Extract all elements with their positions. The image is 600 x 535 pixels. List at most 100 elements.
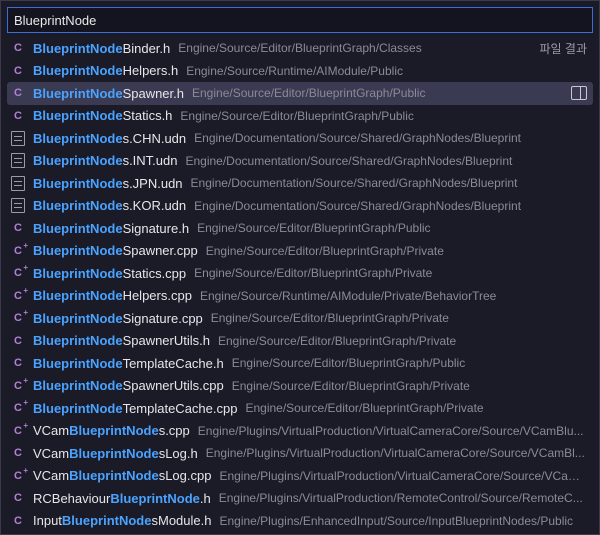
match-highlight: BlueprintNode (69, 468, 159, 483)
result-row[interactable]: BlueprintNodes.CHN.udnEngine/Documentati… (7, 127, 593, 150)
file-name-suffix: s.CHN.udn (123, 131, 187, 146)
open-split-icon[interactable] (571, 86, 587, 100)
file-name-suffix: Spawner.h (123, 86, 184, 101)
result-row[interactable]: CVCamBlueprintNodesLog.cppEngine/Plugins… (7, 465, 593, 488)
file-name: BlueprintNodeHelpers.h (33, 63, 178, 78)
file-path: Engine/Source/Editor/BlueprintGraph/Priv… (232, 379, 587, 393)
file-path: Engine/Source/Editor/BlueprintGraph/Priv… (245, 401, 587, 415)
file-path: Engine/Source/Editor/BlueprintGraph/Clas… (178, 41, 587, 55)
file-name-suffix: s.KOR.udn (123, 198, 187, 213)
document-icon (11, 153, 25, 168)
file-name: BlueprintNodeTemplateCache.cpp (33, 401, 237, 416)
file-name: BlueprintNodeBinder.h (33, 41, 170, 56)
result-row[interactable]: C BlueprintNodeHelpers.h Engine/Source/Run… (7, 60, 593, 83)
file-path: Engine/Source/Editor/BlueprintGraph/Priv… (218, 334, 587, 348)
result-row[interactable]: CBlueprintNodeSpawnerUtils.cppEngine/Sou… (7, 375, 593, 398)
search-box[interactable] (7, 7, 593, 33)
file-path: Engine/Source/Editor/BlueprintGraph/Publ… (232, 356, 587, 370)
result-row[interactable]: CVCamBlueprintNodesLog.hEngine/Plugins/V… (7, 442, 593, 465)
file-name-suffix: Helpers.h (123, 63, 179, 78)
header-file-icon: C (9, 107, 27, 125)
cpp-file-icon: C (9, 264, 27, 282)
file-name: VCamBlueprintNodesLog.cpp (33, 468, 211, 483)
file-name: BlueprintNodeStatics.h (33, 108, 172, 123)
file-name-prefix: VCam (33, 468, 69, 483)
result-row[interactable]: CBlueprintNodeHelpers.cppEngine/Source/R… (7, 285, 593, 308)
result-row[interactable]: C BlueprintNodeStatics.cpp Engine/Source/E… (7, 262, 593, 285)
result-row[interactable]: C VCamBlueprintNodes.cpp Engine/Plugins/Vi… (7, 420, 593, 443)
file-name-suffix: s.JPN.udn (123, 176, 183, 191)
document-icon (11, 198, 25, 213)
file-name: BlueprintNodeSpawnerUtils.h (33, 333, 210, 348)
file-path: Engine/Plugins/EnhancedInput/Source/Inpu… (219, 514, 587, 528)
match-highlight: BlueprintNode (69, 446, 159, 461)
header-file-icon: C (9, 512, 27, 530)
result-row[interactable]: BlueprintNodes.JPN.udnEngine/Documentati… (7, 172, 593, 195)
result-row[interactable]: C BlueprintNodeStatics.h Engine/Source/Edi… (7, 105, 593, 128)
document-icon (11, 176, 25, 191)
file-name-suffix: Spawner.cpp (123, 243, 198, 258)
file-name-suffix: sLog.h (159, 446, 198, 461)
header-file-icon: C (9, 84, 27, 102)
cpp-file-icon: C (9, 399, 27, 417)
file-name: BlueprintNodeSpawner.h (33, 86, 184, 101)
result-row[interactable]: C RCBehaviourBlueprintNode.h Engine/Plugin… (7, 487, 593, 510)
result-row[interactable]: C BlueprintNodeSpawnerUtils.h Engine/Sourc… (7, 330, 593, 353)
match-highlight: BlueprintNode (33, 243, 123, 258)
header-file-icon: C (9, 489, 27, 507)
result-row[interactable]: C BlueprintNodeSpawner.cpp Engine/Source/E… (7, 240, 593, 263)
match-highlight: BlueprintNode (33, 176, 123, 191)
match-highlight: BlueprintNode (33, 153, 123, 168)
file-name-suffix: Signature.cpp (123, 311, 203, 326)
result-row[interactable]: BlueprintNodes.INT.udn Engine/Documentati… (7, 150, 593, 173)
result-row[interactable]: C InputBlueprintNodesModule.h Engine/Plugi… (7, 510, 593, 533)
file-name: BlueprintNodeHelpers.cpp (33, 288, 192, 303)
file-name-suffix: Statics.h (123, 108, 173, 123)
document-icon (11, 131, 25, 146)
file-name-suffix: SpawnerUtils.cpp (123, 378, 224, 393)
file-name: RCBehaviourBlueprintNode.h (33, 491, 211, 506)
match-highlight: BlueprintNode (33, 131, 123, 146)
file-name-suffix: s.INT.udn (123, 153, 178, 168)
result-row[interactable]: CBlueprintNodeSpawner.hEngine/Source/Edi… (7, 82, 593, 105)
file-path: Engine/Source/Editor/BlueprintGraph/Priv… (194, 266, 587, 280)
header-file-icon: C (9, 332, 27, 350)
cpp-file-icon: C (9, 242, 27, 260)
file-path: Engine/Source/Editor/BlueprintGraph/Priv… (206, 244, 587, 258)
result-row[interactable]: CBlueprintNodeBinder.hEngine/Source/Edit… (7, 37, 593, 60)
file-name: BlueprintNodeSpawner.cpp (33, 243, 198, 258)
file-path: Engine/Source/Runtime/AIModule/Public (186, 64, 587, 78)
file-name-suffix: s.cpp (159, 423, 190, 438)
file-path: Engine/Documentation/Source/Shared/Graph… (185, 154, 587, 168)
file-name-prefix: VCam (33, 423, 69, 438)
file-name-suffix: Signature.h (123, 221, 190, 236)
file-path: Engine/Plugins/VirtualProduction/RemoteC… (219, 491, 587, 505)
result-row[interactable]: BlueprintNodes.KOR.udnEngine/Documentati… (7, 195, 593, 218)
file-name-suffix: .h (200, 491, 211, 506)
file-name-suffix: TemplateCache.h (123, 356, 224, 371)
file-name: BlueprintNodeStatics.cpp (33, 266, 186, 281)
match-highlight: BlueprintNode (69, 423, 159, 438)
header-file-icon: C (9, 62, 27, 80)
file-name: BlueprintNodes.KOR.udn (33, 198, 186, 213)
result-row[interactable]: C BlueprintNodeTemplateCache.cpp Engine/So… (7, 397, 593, 420)
file-path: Engine/Plugins/VirtualProduction/Virtual… (219, 469, 587, 483)
header-file-icon: C (9, 354, 27, 372)
file-name: InputBlueprintNodesModule.h (33, 513, 211, 528)
match-highlight: BlueprintNode (33, 311, 123, 326)
match-highlight: BlueprintNode (110, 491, 200, 506)
match-highlight: BlueprintNode (33, 86, 123, 101)
match-highlight: BlueprintNode (33, 333, 123, 348)
cpp-file-icon: C (9, 422, 27, 440)
results-badge: 파일 결과 (540, 40, 588, 57)
file-name: BlueprintNodes.JPN.udn (33, 176, 183, 191)
match-highlight: BlueprintNode (33, 198, 123, 213)
match-highlight: BlueprintNode (33, 378, 123, 393)
search-input[interactable] (14, 13, 586, 28)
result-row[interactable]: CBlueprintNodeSignature.cppEngine/Source… (7, 307, 593, 330)
result-row[interactable]: CBlueprintNodeSignature.hEngine/Source/E… (7, 217, 593, 240)
file-path: Engine/Plugins/VirtualProduction/Virtual… (198, 424, 587, 438)
result-row[interactable]: CBlueprintNodeTemplateCache.hEngine/Sour… (7, 352, 593, 375)
file-path: Engine/Source/Editor/BlueprintGraph/Publ… (180, 109, 587, 123)
file-name: VCamBlueprintNodesLog.h (33, 446, 198, 461)
